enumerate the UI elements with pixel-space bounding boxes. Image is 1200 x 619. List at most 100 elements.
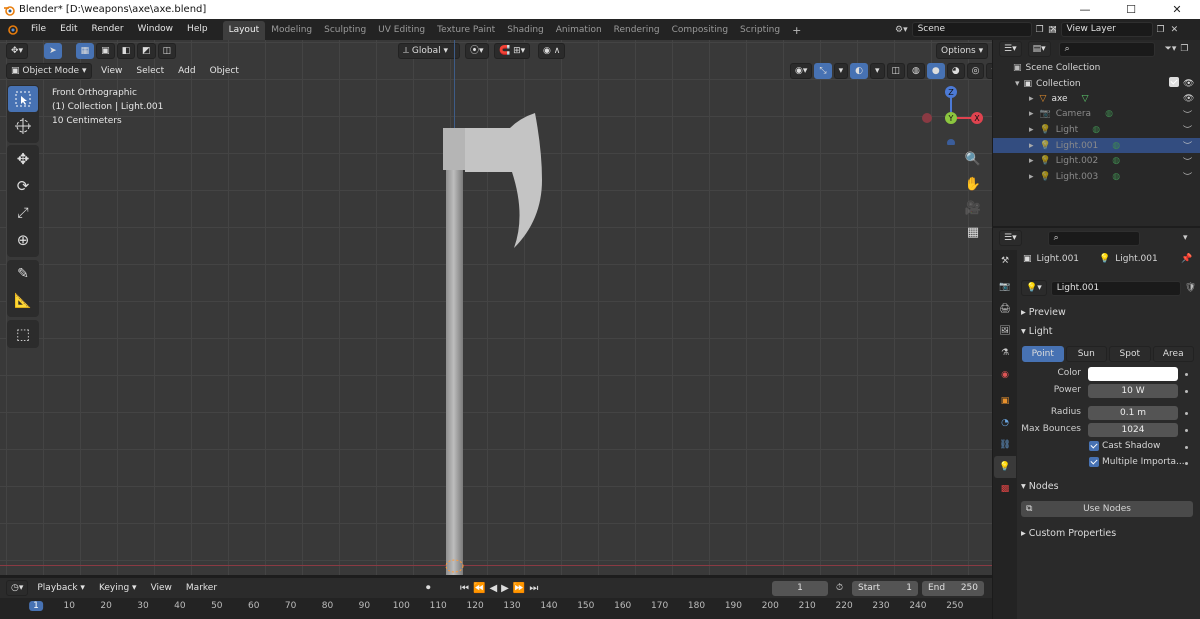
render-tab-icon[interactable]: 📷 (994, 276, 1016, 298)
camera-view-icon[interactable]: 🎥 (962, 197, 984, 219)
rotate-tool-icon[interactable]: ⟳ (8, 173, 38, 199)
scale-tool-icon[interactable]: ⤢ (8, 200, 38, 226)
light-type-spot[interactable]: Spot (1109, 345, 1151, 362)
tab-layout[interactable]: Layout (222, 20, 266, 40)
shading-wireframe-icon[interactable]: ◍ (907, 63, 925, 79)
cast-shadow-checkbox[interactable]: Cast Shadow (1089, 441, 1160, 451)
outliner-item[interactable]: ▸ 💡 Light.003 ◍ ︶ (993, 169, 1200, 185)
object-data-icon[interactable]: ◍ (1112, 156, 1120, 166)
view-layer-selector[interactable]: View Layer (1060, 22, 1153, 37)
select-intersect-icon[interactable]: ◫ (157, 43, 177, 59)
mode-dropdown[interactable]: ▣ Object Mode ▾ (6, 63, 92, 79)
3d-viewport[interactable]: ✥▾ ➤ ▦ ▣ ◧ ◩ ◫ ⟂ Global ▾ ⦿▾ 🧲 ⊞▾ ◉ ∧ Op… (0, 40, 992, 575)
outliner-item[interactable]: ▸ 💡 Light.002 ◍ ︶ (993, 153, 1200, 169)
menu-add[interactable]: Add (171, 63, 202, 79)
measure-tool-icon[interactable]: 📐 (8, 288, 38, 314)
tab-modeling[interactable]: Modeling (265, 21, 318, 40)
tab-scripting[interactable]: Scripting (734, 21, 786, 40)
use-nodes-button[interactable]: ⧉ Use Nodes (1021, 501, 1193, 517)
hidden-eye-icon[interactable]: ︶ (1183, 155, 1192, 168)
play-reverse-icon[interactable]: ◀ (489, 583, 497, 594)
hidden-eye-icon[interactable]: ︶ (1183, 123, 1192, 136)
light-type-area[interactable]: Area (1152, 345, 1194, 362)
minimize-button[interactable]: — (1062, 0, 1108, 19)
multiple-importance-keyframe-dot[interactable] (1185, 462, 1188, 465)
shading-rendered-icon[interactable]: ◎ (966, 63, 985, 79)
pivot-point-icon[interactable]: ⦿▾ (465, 43, 489, 59)
texture-tab-icon[interactable]: ▩ (994, 478, 1016, 500)
light-type-sun[interactable]: Sun (1065, 345, 1107, 362)
custom-properties-panel-header[interactable]: ▸ Custom Properties (1021, 528, 1116, 539)
object-data-icon[interactable]: ◍ (1112, 141, 1120, 151)
outliner-search-input[interactable]: ⌕ (1058, 41, 1155, 57)
add-cube-tool-icon[interactable]: ⬚ (8, 321, 38, 347)
collection-checkbox[interactable] (1169, 77, 1182, 90)
menu-marker[interactable]: Marker (179, 580, 224, 596)
tab-sculpting[interactable]: Sculpting (318, 21, 372, 40)
navigation-gizmo[interactable]: Z Y X (918, 85, 988, 145)
menu-timeline-view[interactable]: View (144, 580, 179, 596)
select-box-tool-icon[interactable] (8, 86, 38, 112)
max-bounces-keyframe-dot[interactable] (1185, 429, 1188, 432)
outliner-item[interactable]: ▸ ▽ axe ▽ 👁 (993, 91, 1200, 107)
overlay-icon[interactable]: ◐ (850, 63, 868, 79)
mesh-data-icon[interactable]: ▽ (1082, 94, 1089, 104)
hidden-eye-icon[interactable]: ︶ (1183, 139, 1192, 152)
power-keyframe-dot[interactable] (1185, 390, 1188, 393)
filter-icon[interactable]: ⏷▾ (1165, 44, 1177, 54)
visibility-eye-icon[interactable]: 👁 (1183, 94, 1194, 104)
pan-hand-icon[interactable]: ✋ (962, 173, 984, 195)
properties-search-input[interactable]: ⌕ (1047, 230, 1140, 246)
light-type-point[interactable]: Point (1022, 345, 1064, 362)
cursor-tool-icon[interactable] (8, 113, 38, 139)
scene-icon[interactable]: ⚙▾ (895, 25, 908, 35)
new-scene-icon[interactable]: ❐ (1036, 25, 1044, 35)
constraints-tab-icon[interactable]: ⛓ (994, 434, 1016, 456)
tool-tab-icon[interactable]: ⚒ (994, 250, 1016, 272)
select-extend-icon[interactable]: ▣ (96, 43, 115, 59)
snap-icon[interactable]: 🧲 ⊞▾ (494, 43, 531, 59)
end-frame-field[interactable]: End 250 (922, 580, 984, 596)
scene-tab-icon[interactable]: ⚗ (994, 342, 1016, 364)
light-panel-header[interactable]: ▾ Light (1021, 326, 1053, 337)
tab-uv-editing[interactable]: UV Editing (372, 21, 431, 40)
menu-help[interactable]: Help (180, 19, 215, 40)
move-tool-icon[interactable]: ✥ (8, 146, 38, 172)
close-window-button[interactable]: ✕ (1154, 0, 1200, 19)
light-data-tab-icon[interactable]: 💡 (994, 456, 1016, 478)
object-data-icon[interactable]: ◍ (1105, 109, 1113, 119)
new-view-layer-icon[interactable]: ❐ (1157, 25, 1165, 35)
datablock-name-field[interactable]: Light.001 (1050, 280, 1181, 296)
axe-model[interactable] (440, 110, 550, 575)
expand-arrow-icon[interactable]: ▸ (1029, 141, 1034, 151)
menu-window[interactable]: Window (131, 19, 181, 40)
expand-arrow-icon[interactable]: ▸ (1029, 172, 1034, 182)
display-mode-icon[interactable]: ▤▾ (1027, 41, 1051, 57)
multiple-importance-checkbox[interactable]: Multiple Importa... (1089, 457, 1185, 467)
jump-end-icon[interactable]: ⏭ (529, 583, 538, 594)
menu-file[interactable]: File (24, 19, 53, 40)
delete-view-layer-icon[interactable]: ✕ (1171, 25, 1179, 35)
transform-orientation-dropdown[interactable]: ⟂ Global ▾ (398, 43, 460, 59)
outliner-item[interactable]: ▸ 💡 Light.001 ◍ ︶ (993, 137, 1200, 154)
stopwatch-icon[interactable]: ⏱ (836, 583, 843, 593)
ortho-grid-icon[interactable]: ▦ (962, 221, 984, 243)
tab-animation[interactable]: Animation (550, 21, 608, 40)
max-bounces-field[interactable]: 1024 (1088, 423, 1178, 437)
datablock-browse-icon[interactable]: 💡▾ (1021, 280, 1047, 296)
expand-arrow-icon[interactable]: ▾ (1015, 79, 1020, 89)
menu-keying[interactable]: Keying ▾ (92, 580, 144, 596)
radius-keyframe-dot[interactable] (1185, 412, 1188, 415)
expand-arrow-icon[interactable]: ▸ (1029, 125, 1034, 135)
gizmo-dropdown-icon[interactable]: ▾ (833, 63, 849, 79)
annotate-tool-icon[interactable]: ✎ (8, 261, 38, 287)
object-data-icon[interactable]: ◍ (1092, 125, 1100, 135)
fake-user-icon[interactable]: 🛡 (1185, 283, 1196, 293)
blender-menu-icon[interactable] (2, 23, 24, 37)
outliner-editor-icon[interactable]: ☰▾ (999, 41, 1022, 57)
xray-icon[interactable]: ◫ (886, 63, 906, 79)
expand-arrow-icon[interactable]: ▸ (1029, 94, 1034, 104)
select-tool-icon[interactable]: ➤ (44, 43, 62, 59)
expand-arrow-icon[interactable]: ▸ (1029, 156, 1034, 166)
select-subtract-icon[interactable]: ◧ (116, 43, 136, 59)
